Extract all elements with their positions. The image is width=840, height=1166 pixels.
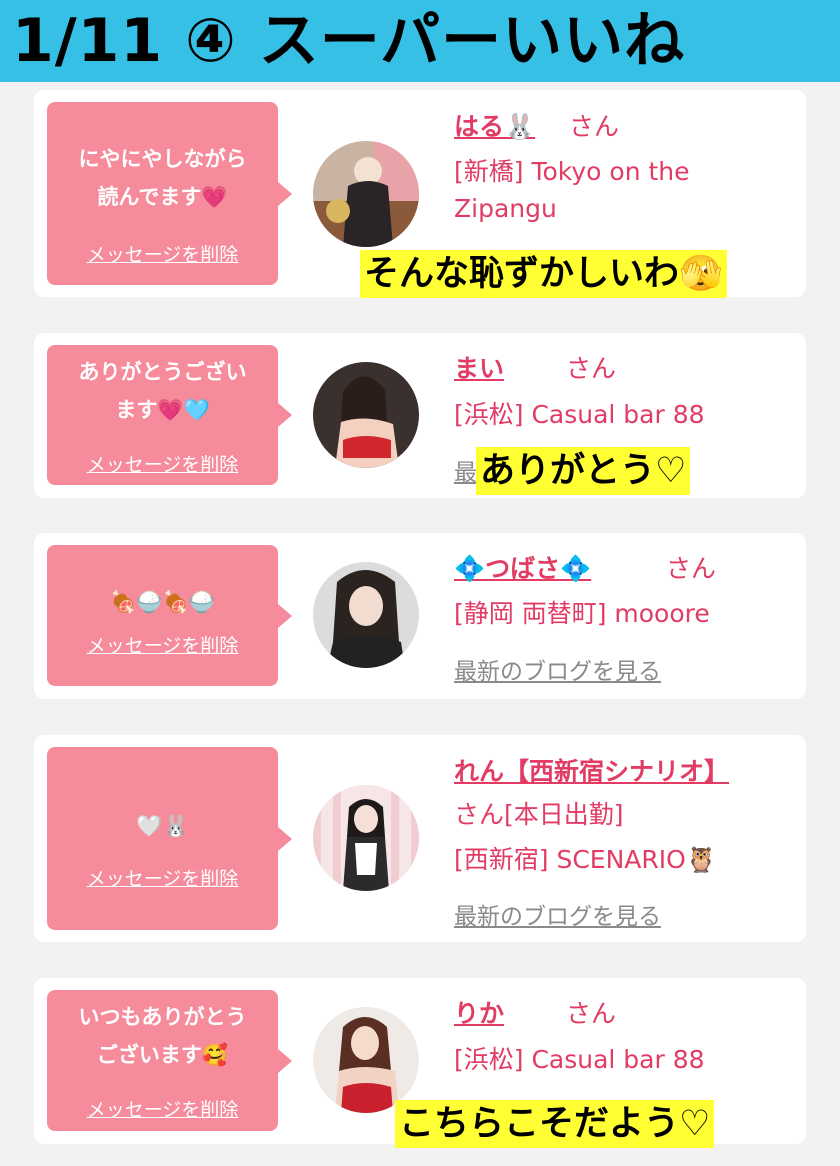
shop-name: Zipangu <box>454 194 557 223</box>
message-bubble: にやにやしながら 読んでます💗 メッセージを削除 <box>47 102 292 285</box>
caption-overlay: そんな恥ずかしいわ🫣 <box>360 250 727 298</box>
shop-name: [新橋] Tokyo on the <box>454 157 690 186</box>
delete-message-link[interactable]: メッセージを削除 <box>47 450 278 477</box>
avatar[interactable] <box>313 362 419 468</box>
message-bubble: 🤍🐰 メッセージを削除 <box>47 747 292 930</box>
name-suffix: さん <box>666 554 717 583</box>
message-line: いつもありがとう <box>78 1005 247 1029</box>
caption-overlay: ありがとう♡ <box>476 447 691 495</box>
shop-name: [浜松] Casual bar 88 <box>454 400 705 429</box>
delete-message-link[interactable]: メッセージを削除 <box>47 240 278 267</box>
name-suffix: さん[本日出勤] <box>454 800 624 829</box>
like-card: 🤍🐰 メッセージを削除 れん【西新宿シナリオ】 さん[本日出勤] [西新宿] S… <box>34 735 806 942</box>
avatar[interactable] <box>313 785 419 891</box>
message-line: 🍖🍚🍖🍚 <box>110 590 215 614</box>
avatar[interactable] <box>313 1007 419 1113</box>
message-line: 🤍🐰 <box>136 814 189 838</box>
message-line: 読んでます💗 <box>97 185 228 209</box>
message-bubble: ありがとうござい ます💗🩵 メッセージを削除 <box>47 345 292 485</box>
like-card: 🍖🍚🍖🍚 メッセージを削除 💠つばさ💠 さん [静岡 両替町] mooore 最… <box>34 533 806 699</box>
user-name-link[interactable]: はる🐰 <box>454 107 535 143</box>
name-suffix: さん <box>569 112 620 141</box>
delete-message-link[interactable]: メッセージを削除 <box>47 1095 278 1122</box>
shop-name: [浜松] Casual bar 88 <box>454 1045 705 1074</box>
user-name-link[interactable]: れん【西新宿シナリオ】 <box>454 752 729 788</box>
user-name-link[interactable]: 💠つばさ💠 <box>454 549 591 585</box>
message-line: ありがとうござい <box>78 360 247 384</box>
name-suffix: さん <box>566 999 617 1028</box>
shop-name: [西新宿] SCENARIO🦉 <box>454 845 717 874</box>
message-line: ございます🥰 <box>96 1043 229 1067</box>
caption-overlay: こちらこそだよう♡ <box>395 1100 715 1148</box>
message-bubble: 🍖🍚🍖🍚 メッセージを削除 <box>47 545 292 686</box>
page-title: 1/11 ④ スーパーいいね <box>12 6 686 76</box>
name-suffix: さん <box>566 354 617 383</box>
blog-link[interactable]: 最新のブログを見る <box>454 652 661 686</box>
avatar[interactable] <box>313 562 419 668</box>
blog-link[interactable]: 最 <box>454 453 477 487</box>
shop-name: [静岡 両替町] mooore <box>454 599 710 628</box>
user-name-link[interactable]: りか <box>454 994 504 1030</box>
user-name-link[interactable]: まい <box>454 349 504 385</box>
message-line: にやにやしながら <box>78 147 247 171</box>
delete-message-link[interactable]: メッセージを削除 <box>47 631 278 658</box>
message-line: ます💗🩵 <box>115 398 210 422</box>
blog-link[interactable]: 最新のブログを見る <box>454 897 661 931</box>
avatar[interactable] <box>313 141 419 247</box>
header-banner: 1/11 ④ スーパーいいね <box>0 0 840 82</box>
message-bubble: いつもありがとう ございます🥰 メッセージを削除 <box>47 990 292 1131</box>
delete-message-link[interactable]: メッセージを削除 <box>47 864 278 891</box>
